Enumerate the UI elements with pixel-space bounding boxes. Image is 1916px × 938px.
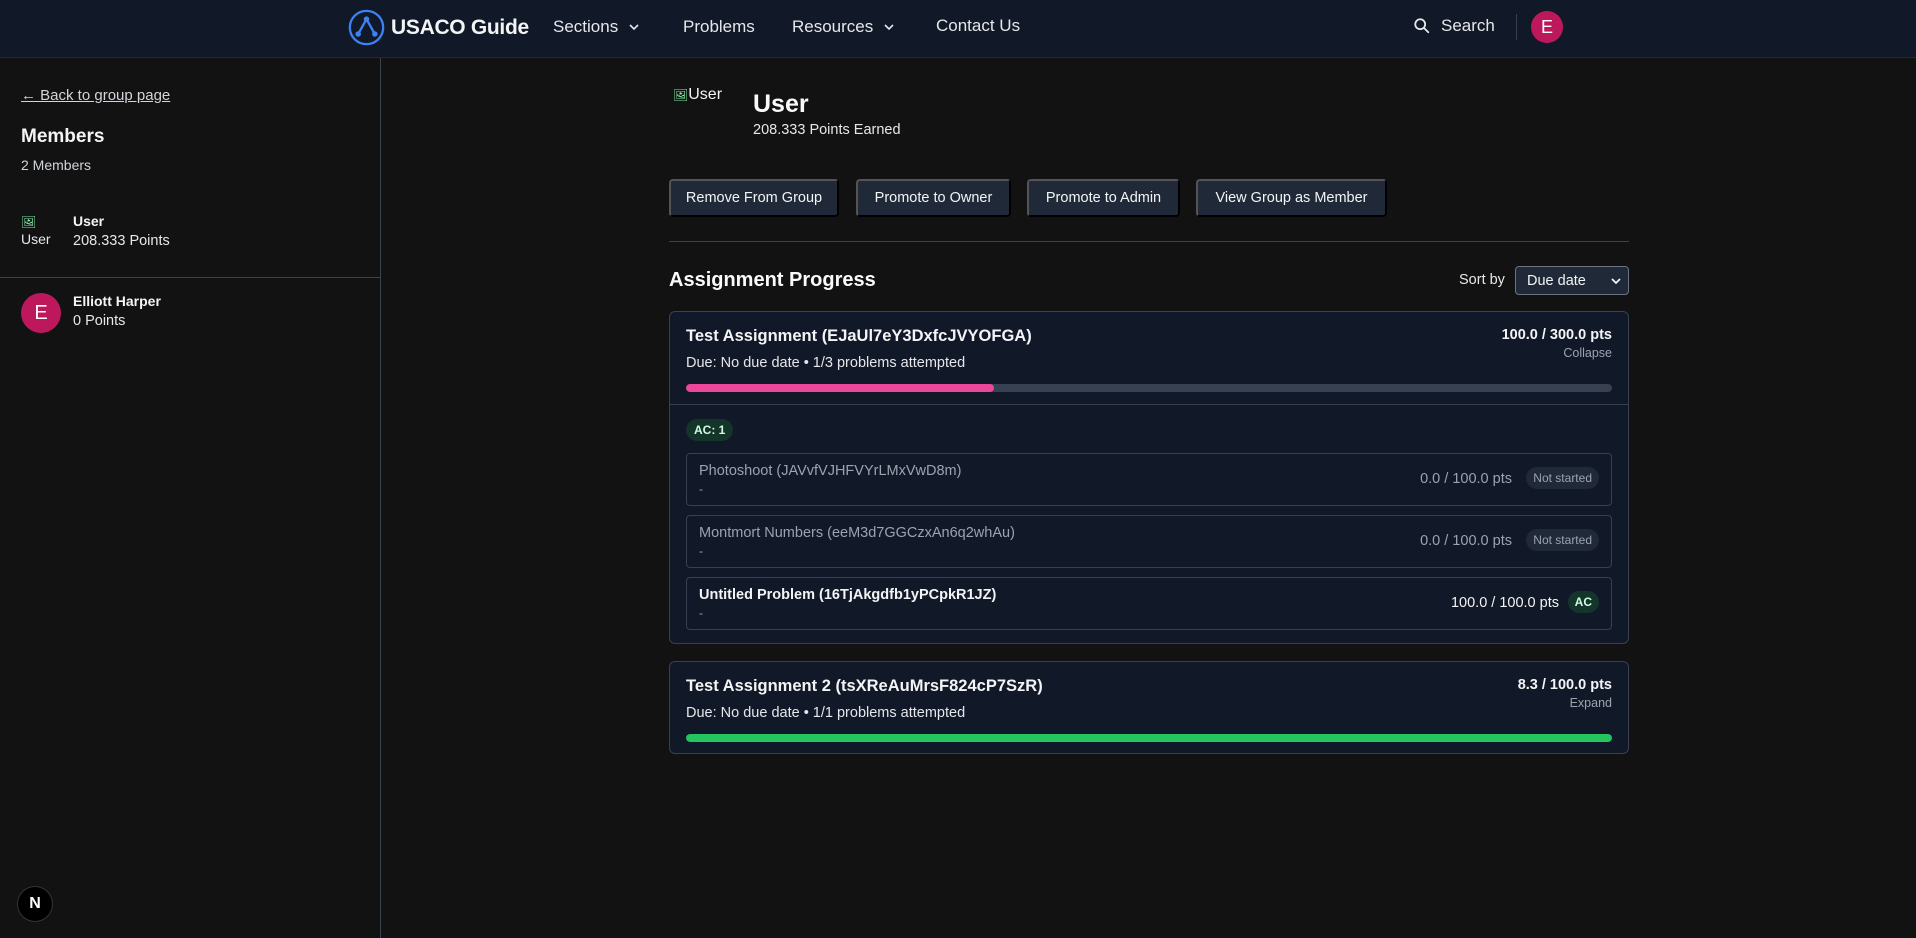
- assignment-card-header[interactable]: Test Assignment (EJaUl7eY3DxfcJVYOFGA) D…: [670, 312, 1628, 405]
- view-group-as-member-button[interactable]: View Group as Member: [1196, 179, 1387, 217]
- members-heading: Members: [21, 126, 105, 147]
- collapse-toggle[interactable]: Collapse: [1563, 346, 1612, 360]
- members-count: 2 Members: [21, 157, 92, 173]
- status-badge: Not started: [1526, 529, 1599, 551]
- member-points: 208.333 Points: [73, 233, 170, 249]
- profile-points: 208.333 Points Earned: [753, 122, 901, 138]
- problem-points: 0.0 / 100.0 pts: [1420, 533, 1512, 549]
- remove-from-group-button[interactable]: Remove From Group: [669, 179, 839, 217]
- nav-divider: [1516, 14, 1517, 40]
- member-name: User: [73, 213, 105, 229]
- user-avatar-button[interactable]: E: [1531, 11, 1563, 43]
- profile-image-alt: User: [688, 86, 723, 103]
- problem-points: 100.0 / 100.0 pts: [1450, 595, 1559, 611]
- problem-points: 0.0 / 100.0 pts: [1420, 471, 1512, 487]
- home-logo-link[interactable]: USACO Guide: [348, 9, 529, 46]
- promote-to-admin-button[interactable]: Promote to Admin: [1027, 179, 1180, 217]
- problem-meta: -: [699, 606, 703, 620]
- progress-fill: [686, 734, 1612, 742]
- promote-to-owner-button[interactable]: Promote to Owner: [856, 179, 1011, 217]
- members-sidebar: ← Back to group page Members 2 Members 🖼…: [0, 58, 381, 938]
- member-avatar: E: [21, 293, 61, 333]
- chevron-down-icon: [629, 24, 639, 31]
- profile-image-broken: 🖼User: [673, 86, 729, 142]
- section-divider: [669, 241, 1629, 242]
- top-navbar: USACO Guide Sections Problems Resources …: [0, 0, 1916, 58]
- assignment-progress-bar: [686, 384, 1612, 392]
- nextjs-dev-badge[interactable]: N: [17, 886, 53, 922]
- problem-row[interactable]: Photoshoot (JAVvfVJHFVYrLMxVwD8m) - 0.0 …: [686, 453, 1612, 506]
- assignment-card: Test Assignment (EJaUl7eY3DxfcJVYOFGA) D…: [669, 311, 1629, 644]
- member-image-alt: User: [21, 231, 51, 247]
- brand-name: USACO Guide: [391, 15, 529, 39]
- usaco-logo-icon: [348, 9, 385, 46]
- sort-by-value: Due date: [1527, 272, 1586, 289]
- back-to-group-link[interactable]: ← Back to group page: [21, 87, 170, 104]
- progress-fill: [686, 384, 995, 392]
- nav-problems-label: Problems: [683, 17, 755, 36]
- problem-row[interactable]: Montmort Numbers (eeM3d7GGCzxAn6q2whAu) …: [686, 515, 1612, 568]
- assignment-subtitle: Due: No due date • 1/1 problems attempte…: [686, 705, 966, 721]
- member-item-user[interactable]: 🖼 User User 208.333 Points: [0, 198, 380, 278]
- sort-by-select[interactable]: Due date: [1515, 266, 1629, 295]
- assignment-subtitle: Due: No due date • 1/3 problems attempte…: [686, 355, 966, 371]
- assignment-title: Test Assignment (EJaUl7eY3DxfcJVYOFGA): [686, 327, 1032, 345]
- profile-name: User: [753, 90, 809, 118]
- problem-row[interactable]: Untitled Problem (16TjAkgdfb1yPCpkR1JZ) …: [686, 577, 1612, 630]
- problem-title: Untitled Problem (16TjAkgdfb1yPCpkR1JZ): [699, 587, 997, 603]
- assignment-card-header[interactable]: Test Assignment 2 (tsXReAuMrsF824cP7SzR)…: [670, 662, 1628, 755]
- ac-count-badge: AC: 1: [686, 419, 734, 441]
- status-badge: AC: [1567, 591, 1599, 613]
- assignment-card: Test Assignment 2 (tsXReAuMrsF824cP7SzR)…: [669, 661, 1629, 754]
- problem-title: Montmort Numbers (eeM3d7GGCzxAn6q2whAu): [699, 525, 1015, 541]
- search-button[interactable]: Search: [1413, 16, 1495, 36]
- problem-meta: -: [699, 544, 703, 558]
- search-label: Search: [1441, 16, 1495, 35]
- nav-sections-label: Sections: [553, 17, 619, 36]
- sort-by-label: Sort by: [1459, 272, 1505, 288]
- member-image-broken: 🖼 User: [21, 213, 59, 251]
- nav-sections-dropdown[interactable]: Sections: [553, 17, 640, 37]
- problem-title: Photoshoot (JAVvfVJHFVYrLMxVwD8m): [699, 463, 962, 479]
- assignment-progress-heading: Assignment Progress: [669, 269, 876, 291]
- broken-image-icon: 🖼: [673, 88, 689, 102]
- chevron-down-icon: [884, 24, 894, 31]
- assignment-points: 8.3 / 100.0 pts: [1517, 677, 1612, 693]
- search-icon: [1414, 18, 1430, 34]
- member-name: Elliott Harper: [73, 293, 161, 309]
- nav-contact-label: Contact Us: [936, 16, 1021, 35]
- expand-toggle[interactable]: Expand: [1570, 696, 1612, 710]
- assignment-progress-bar: [686, 734, 1612, 742]
- chevron-down-icon: [1611, 278, 1621, 285]
- assignment-points: 100.0 / 300.0 pts: [1501, 327, 1612, 343]
- nav-contact-link[interactable]: Contact Us: [936, 16, 1020, 36]
- assignment-title: Test Assignment 2 (tsXReAuMrsF824cP7SzR): [686, 677, 1043, 695]
- member-item-elliott-harper[interactable]: E Elliott Harper 0 Points: [0, 278, 380, 358]
- nav-resources-label: Resources: [792, 17, 874, 36]
- status-badge: Not started: [1526, 467, 1599, 489]
- problem-meta: -: [699, 482, 703, 496]
- nav-problems-link[interactable]: Problems: [683, 17, 755, 37]
- nav-resources-dropdown[interactable]: Resources: [792, 17, 895, 37]
- member-points: 0 Points: [73, 313, 126, 329]
- broken-image-icon: 🖼: [21, 215, 37, 229]
